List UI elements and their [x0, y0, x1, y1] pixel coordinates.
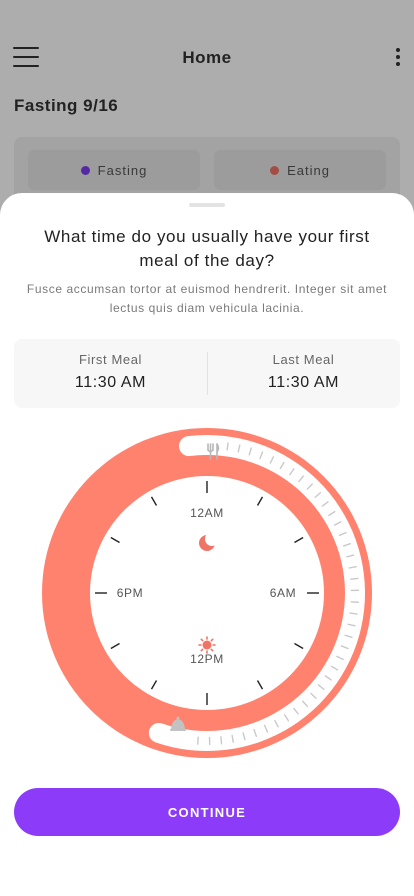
first-meal-label: First Meal [78, 352, 143, 367]
meal-times-card: First Meal 11:30 AM Last Meal 11:30 AM [14, 339, 400, 408]
bottom-sheet: What time do you usually have your first… [0, 193, 414, 896]
continue-button[interactable]: CONTINUE [14, 788, 400, 836]
label-12pm: 12PM [190, 652, 224, 666]
sheet-drag-handle[interactable] [189, 203, 225, 207]
last-meal-label: Last Meal [272, 352, 335, 367]
first-meal-time: 11:30 AM [74, 374, 147, 391]
label-12am: 12AM [190, 506, 224, 520]
track-tick [226, 442, 229, 451]
dial-svg[interactable]: 12AM 6AM 12PM 6PM [42, 428, 372, 758]
first-meal-display[interactable]: First Meal 11:30 AM [14, 339, 207, 408]
question-subtitle: Fusce accumsan tortor at euismod hendrer… [26, 282, 388, 315]
last-meal-time: 11:30 AM [267, 374, 340, 391]
track-tick [220, 736, 223, 745]
meal-time-dial[interactable]: 12AM 6AM 12PM 6PM [42, 428, 372, 763]
last-meal-display[interactable]: Last Meal 11:30 AM [207, 339, 400, 408]
track-tick [349, 612, 358, 615]
track-tick [350, 577, 359, 580]
sun-icon [198, 636, 216, 654]
question-title: What time do you usually have your first… [44, 227, 370, 270]
label-6pm: 6PM [117, 586, 143, 600]
label-6am: 6AM [270, 586, 296, 600]
